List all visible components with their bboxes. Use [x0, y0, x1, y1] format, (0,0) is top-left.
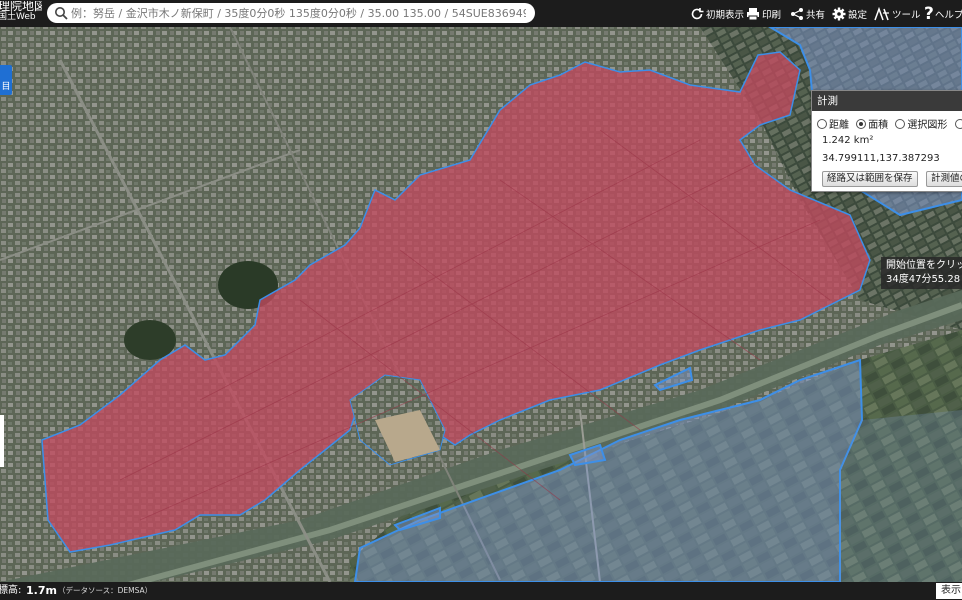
mode-distance-label: 距離 [829, 120, 849, 131]
click-start-tooltip: 開始位置をクリッ 34度47分55.28 [881, 257, 962, 289]
measure-values-button[interactable]: 計測値の [926, 171, 962, 187]
layer-panel-tab-label: 目 [1, 82, 11, 92]
measure-mode-group: 距離 面積 選択図形 複 [817, 116, 962, 131]
print-button[interactable]: 印刷 [746, 4, 781, 23]
share-button[interactable]: 共有 [790, 4, 825, 23]
logo-title: 理院地図 [0, 1, 42, 13]
search-icon[interactable] [54, 6, 68, 20]
status-bar: 標高: 1.7m （データソース：DEMSA） 表示 [0, 582, 962, 600]
radio-dot [895, 119, 906, 129]
reset-view-button[interactable]: 初期表示 [690, 4, 744, 23]
help-button[interactable]: ? ヘルプ [924, 3, 962, 24]
logo-subtitle: 国土Web [0, 12, 36, 22]
tools-label: ツール [892, 9, 921, 21]
side-panel-handle[interactable] [0, 415, 4, 467]
mode-multiple-radio[interactable]: 複 [954, 116, 962, 131]
gear-icon [832, 7, 846, 20]
tools-button[interactable]: ツール [874, 4, 921, 23]
reset-view-icon [691, 7, 704, 19]
elevation-label: 標高: [0, 585, 22, 596]
search-input[interactable] [71, 4, 526, 22]
radio-dot [954, 119, 962, 129]
settings-button[interactable]: 設定 [832, 4, 867, 23]
radio-dot-selected [856, 119, 867, 129]
tooltip-coordinate: 34度47分55.28 [886, 274, 961, 285]
measure-panel: 計測 距離 面積 選択図形 複 1.242 km² 34.799111,137.… [811, 90, 962, 192]
app-logo[interactable]: 理院地図 国土Web [0, 1, 42, 25]
share-label: 共有 [806, 9, 826, 21]
mode-distance-radio[interactable]: 距離 [817, 116, 849, 131]
share-icon [791, 7, 803, 20]
help-label: ヘルプ [934, 9, 962, 21]
save-route-button[interactable]: 経路又は範囲を保存 [822, 171, 918, 187]
display-button[interactable]: 表示 [936, 583, 962, 599]
tools-icon [874, 6, 889, 20]
help-icon: ? [924, 3, 934, 24]
measured-area-value: 1.242 km² [822, 135, 874, 146]
measure-panel-title: 計測 [812, 91, 962, 111]
header-toolbar: 理院地図 国土Web 初期表示 印刷 共有 [0, 0, 962, 27]
printer-icon [747, 7, 759, 20]
layer-panel-tab[interactable]: 目 [0, 65, 12, 95]
mode-area-label: 面積 [868, 120, 889, 131]
mode-selected-shape-radio[interactable]: 選択図形 [895, 116, 947, 131]
mode-selected-shape-label: 選択図形 [907, 120, 948, 131]
mode-area-radio[interactable]: 面積 [856, 116, 888, 131]
radio-dot [817, 119, 827, 129]
elevation-source: （データソース：DEMSA） [58, 586, 153, 595]
measured-coordinates: 34.799111,137.387293 [822, 153, 940, 164]
print-label: 印刷 [762, 9, 782, 21]
tooltip-instruction: 開始位置をクリッ [886, 260, 962, 271]
search-box [47, 3, 535, 23]
map-canvas[interactable]: 目 m 計測 距離 面積 選択図形 複 1.242 km² 34.799111,… [0, 27, 962, 582]
reset-view-label: 初期表示 [706, 9, 745, 21]
settings-label: 設定 [848, 9, 868, 21]
elevation-value: 1.7m [26, 584, 57, 597]
